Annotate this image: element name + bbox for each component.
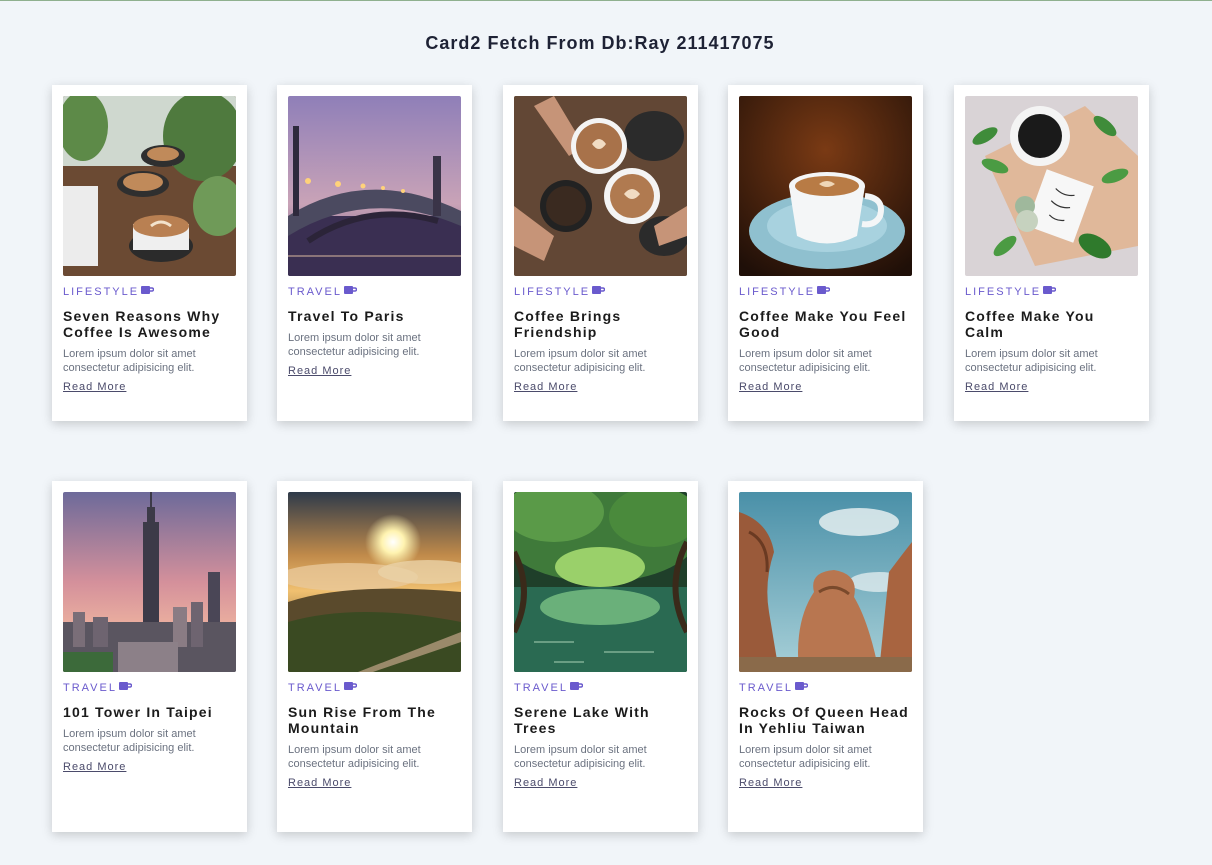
category-label: LIFESTYLE bbox=[739, 286, 816, 298]
blog-card: LIFESTYLE Coffee Brings Friendship Lorem… bbox=[503, 85, 698, 421]
card-description: Lorem ipsum dolor sit amet consectetur a… bbox=[288, 744, 421, 770]
card-title: Coffee Brings Friendship bbox=[514, 308, 622, 340]
blog-card: TRAVEL Rocks Of Queen Head In Yehliu Tai… bbox=[728, 481, 923, 832]
card-description: Lorem ipsum dolor sit amet consectetur a… bbox=[739, 744, 872, 770]
blog-card: LIFESTYLE Coffee Make You Calm Lorem ips… bbox=[954, 85, 1149, 421]
card-image-paris-bridge bbox=[288, 96, 461, 276]
category-label: TRAVEL bbox=[288, 286, 342, 298]
card-category: LIFESTYLE bbox=[965, 285, 1138, 299]
card-image-queen-head-rock bbox=[739, 492, 912, 672]
category-label: LIFESTYLE bbox=[63, 286, 140, 298]
card-image-sunrise-mountain bbox=[288, 492, 461, 672]
category-label: TRAVEL bbox=[739, 682, 793, 694]
card-category: LIFESTYLE bbox=[739, 285, 912, 299]
read-more-link[interactable]: Read More bbox=[965, 381, 1028, 393]
blog-card: TRAVEL Travel To Paris Lorem ipsum dolor… bbox=[277, 85, 472, 421]
card-title: Travel To Paris bbox=[288, 308, 405, 324]
card-image-coffee-flatlay bbox=[965, 96, 1138, 276]
card-title: Coffee Make You Calm bbox=[965, 308, 1095, 340]
read-more-link[interactable]: Read More bbox=[63, 761, 126, 773]
card-image-taipei-101 bbox=[63, 492, 236, 672]
card-description: Lorem ipsum dolor sit amet consectetur a… bbox=[739, 348, 872, 374]
read-more-link[interactable]: Read More bbox=[514, 381, 577, 393]
card-title: Coffee Make You Feel Good bbox=[739, 308, 907, 340]
card-category: LIFESTYLE bbox=[514, 285, 687, 299]
read-more-link[interactable]: Read More bbox=[739, 381, 802, 393]
read-more-link[interactable]: Read More bbox=[514, 777, 577, 789]
category-label: LIFESTYLE bbox=[514, 286, 591, 298]
category-label: TRAVEL bbox=[63, 682, 117, 694]
category-label: LIFESTYLE bbox=[965, 286, 1042, 298]
card-description: Lorem ipsum dolor sit amet consectetur a… bbox=[514, 348, 647, 374]
card-category: TRAVEL bbox=[739, 681, 912, 695]
coffee-cup-icon bbox=[343, 285, 358, 299]
card-description: Lorem ipsum dolor sit amet consectetur a… bbox=[288, 332, 421, 358]
blog-card: TRAVEL 101 Tower In Taipei Lorem ipsum d… bbox=[52, 481, 247, 832]
card-image-coffee-saucer bbox=[739, 96, 912, 276]
card-category: LIFESTYLE bbox=[63, 285, 236, 299]
category-label: TRAVEL bbox=[514, 682, 568, 694]
blog-card: LIFESTYLE Seven Reasons Why Coffee Is Aw… bbox=[52, 85, 247, 421]
coffee-cup-icon bbox=[343, 681, 358, 695]
card-title: Serene Lake With Trees bbox=[514, 704, 650, 736]
coffee-cup-icon bbox=[1042, 285, 1057, 299]
card-description: Lorem ipsum dolor sit amet consectetur a… bbox=[965, 348, 1098, 374]
read-more-link[interactable]: Read More bbox=[288, 777, 351, 789]
card-description: Lorem ipsum dolor sit amet consectetur a… bbox=[514, 744, 647, 770]
card-description: Lorem ipsum dolor sit amet consectetur a… bbox=[63, 348, 196, 374]
card-image-hands-coffee bbox=[514, 96, 687, 276]
coffee-cup-icon bbox=[816, 285, 831, 299]
card-category: TRAVEL bbox=[288, 681, 461, 695]
coffee-cup-icon bbox=[118, 681, 133, 695]
category-label: TRAVEL bbox=[288, 682, 342, 694]
card-image-lake-trees bbox=[514, 492, 687, 672]
card-title: Sun Rise From The Mountain bbox=[288, 704, 436, 736]
read-more-link[interactable]: Read More bbox=[63, 381, 126, 393]
coffee-cup-icon bbox=[140, 285, 155, 299]
coffee-cup-icon bbox=[591, 285, 606, 299]
read-more-link[interactable]: Read More bbox=[288, 365, 351, 377]
card-title: Seven Reasons Why Coffee Is Awesome bbox=[63, 308, 221, 340]
card-image-coffee-cups bbox=[63, 96, 236, 276]
blog-card: TRAVEL Serene Lake With Trees Lorem ipsu… bbox=[503, 481, 698, 832]
blog-card: TRAVEL Sun Rise From The Mountain Lorem … bbox=[277, 481, 472, 832]
card-category: TRAVEL bbox=[288, 285, 461, 299]
card-title: 101 Tower In Taipei bbox=[63, 704, 213, 720]
coffee-cup-icon bbox=[569, 681, 584, 695]
read-more-link[interactable]: Read More bbox=[739, 777, 802, 789]
card-description: Lorem ipsum dolor sit amet consectetur a… bbox=[63, 728, 196, 754]
card-category: TRAVEL bbox=[514, 681, 687, 695]
top-border-line bbox=[0, 0, 1212, 1]
blog-card: LIFESTYLE Coffee Make You Feel Good Lore… bbox=[728, 85, 923, 421]
coffee-cup-icon bbox=[794, 681, 809, 695]
page-title: Card2 Fetch From Db:Ray 211417075 bbox=[425, 33, 775, 53]
card-title: Rocks Of Queen Head In Yehliu Taiwan bbox=[739, 704, 909, 736]
card-category: TRAVEL bbox=[63, 681, 236, 695]
